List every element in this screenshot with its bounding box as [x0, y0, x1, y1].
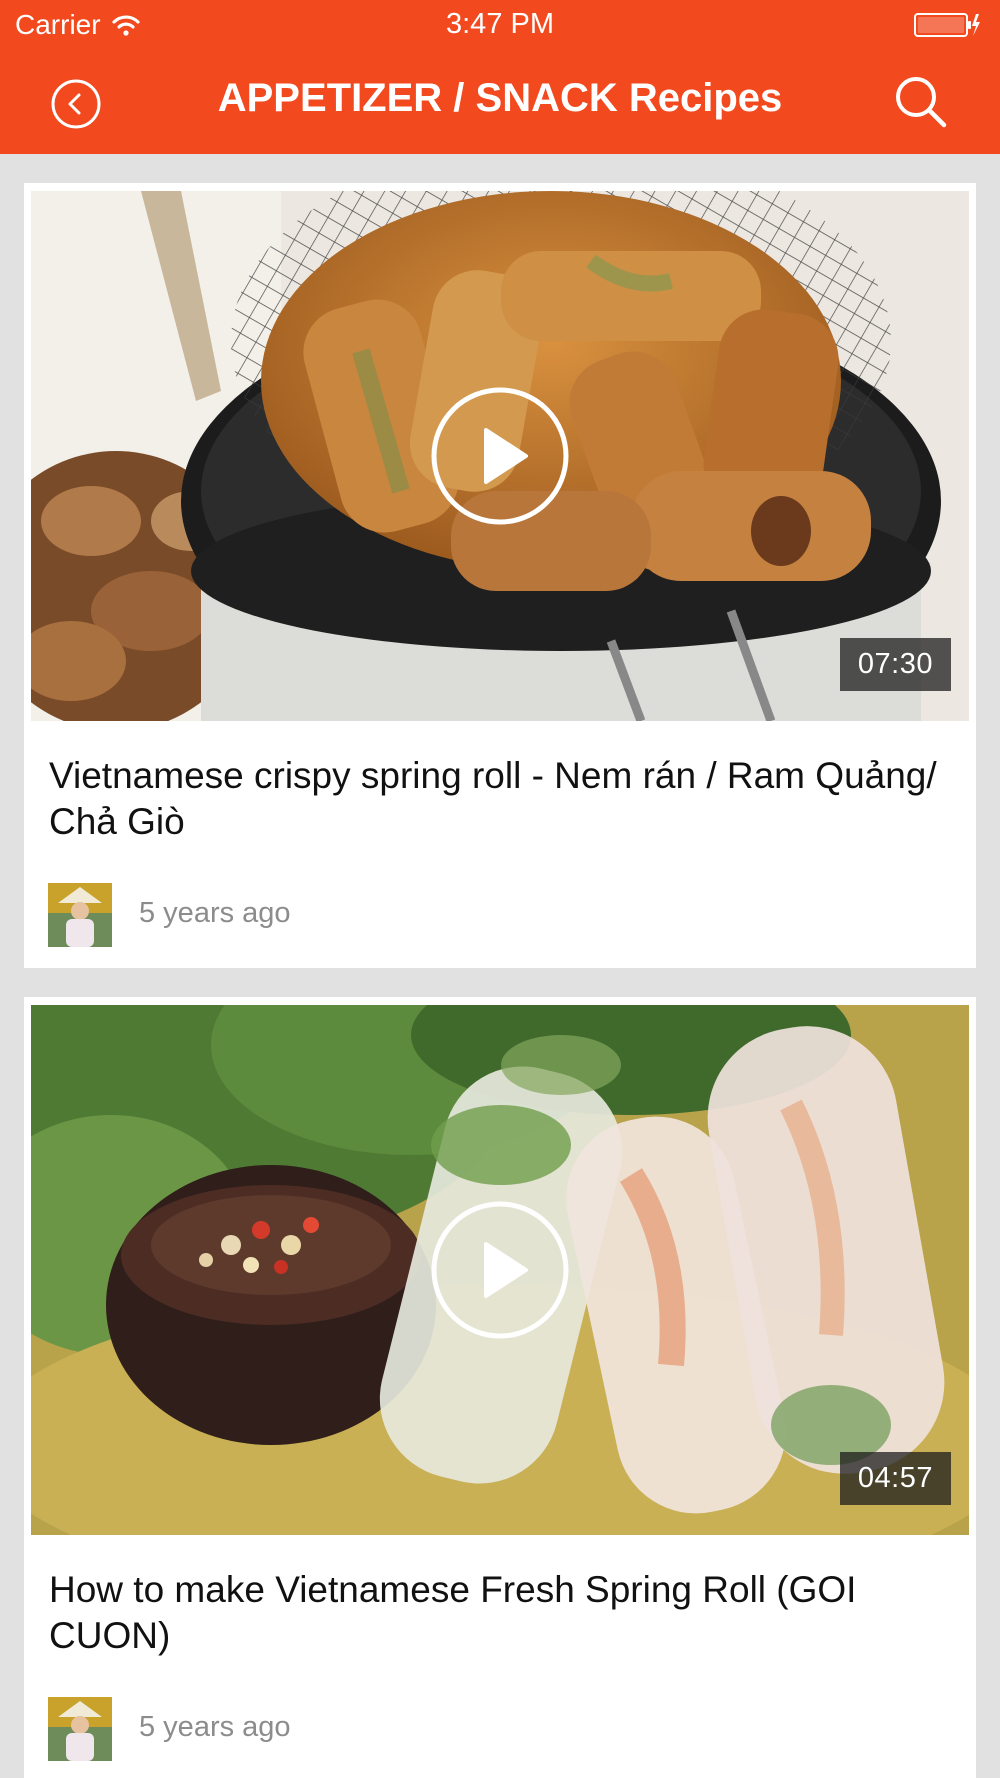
search-icon: [896, 77, 947, 128]
video-duration: 07:30: [839, 638, 951, 691]
channel-avatar[interactable]: [48, 1697, 112, 1761]
channel-avatar[interactable]: [48, 883, 112, 947]
video-title[interactable]: How to make Vietnamese Fresh Spring Roll…: [49, 1567, 949, 1659]
video-card[interactable]: 07:30 Vietnamese crispy spring roll - Ne…: [24, 183, 976, 968]
status-bar: Carrier 3:47 PM: [0, 0, 1000, 50]
video-card[interactable]: 04:57 How to make Vietnamese Fresh Sprin…: [24, 997, 976, 1778]
battery-icon: [914, 12, 980, 38]
post-time: 5 years ago: [139, 897, 291, 929]
navigation-bar: APPETIZER / SNACK Recipes: [0, 50, 1000, 154]
video-title[interactable]: Vietnamese crispy spring roll - Nem rán …: [49, 753, 949, 845]
video-thumbnail[interactable]: 07:30: [31, 191, 969, 721]
search-button[interactable]: [893, 74, 949, 130]
play-icon[interactable]: [430, 1200, 570, 1340]
play-icon[interactable]: [430, 386, 570, 526]
back-button[interactable]: [50, 78, 102, 130]
status-time: 3:47 PM: [446, 8, 554, 40]
app-header: Carrier 3:47 PM APPETIZER / SNACK Recipe…: [0, 0, 1000, 154]
back-circle-icon: [51, 79, 101, 129]
page-title: APPETIZER / SNACK Recipes: [217, 76, 783, 120]
video-thumbnail[interactable]: 04:57: [31, 1005, 969, 1535]
video-duration: 04:57: [839, 1452, 951, 1505]
post-time: 5 years ago: [139, 1711, 291, 1743]
